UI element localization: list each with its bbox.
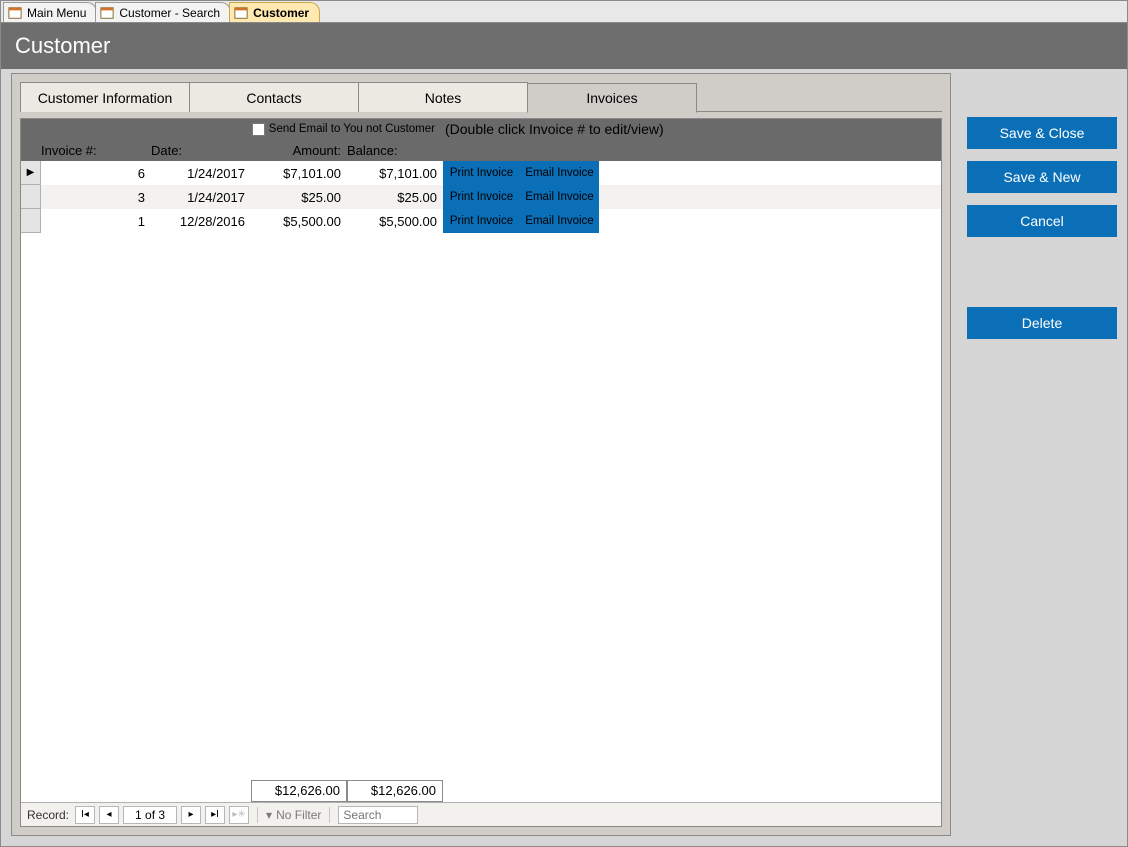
recnav-last-button[interactable]: ▸I [205,806,225,824]
cell-amount[interactable]: $5,500.00 [251,209,347,233]
recnav-new-button[interactable]: ▸✳ [229,806,249,824]
app-window: Main Menu Customer - Search Customer Cus… [0,0,1128,847]
doc-tab-bar: Main Menu Customer - Search Customer [1,1,1127,23]
save-close-button[interactable]: Save & Close [967,117,1117,149]
cell-amount[interactable]: $7,101.00 [251,161,347,185]
print-invoice-button[interactable]: Print Invoice [443,209,521,233]
send-email-label: Send Email to You not Customer [269,123,435,135]
cell-balance[interactable]: $25.00 [347,185,443,209]
total-balance: $12,626.00 [347,780,443,802]
cell-date[interactable]: 1/24/2017 [151,161,251,185]
grid-body[interactable]: ▶ 6 1/24/2017 $7,101.00 $7,101.00 Print … [21,161,941,778]
save-new-button[interactable]: Save & New [967,161,1117,193]
col-invoice-no: Invoice #: [41,143,151,158]
totals-row: $12,626.00 $12,626.00 [21,778,941,802]
col-balance: Balance: [347,143,443,158]
doc-tab-label: Customer [253,6,309,20]
doc-tab-customer-search[interactable]: Customer - Search [95,2,231,22]
recnav-first-button[interactable]: I◂ [75,806,95,824]
table-row[interactable]: 1 12/28/2016 $5,500.00 $5,500.00 Print I… [21,209,941,233]
sub-tab-bar: Customer Information Contacts Notes Invo… [20,82,942,112]
record-navigator: Record: I◂ ◂ 1 of 3 ▸ ▸I ▸✳ ▾ No Filter [21,802,941,826]
recnav-filter[interactable]: ▾ No Filter [266,808,321,822]
form-icon [8,6,22,20]
sub-tab-filler [697,82,942,112]
cell-invoice-no[interactable]: 1 [41,209,151,233]
email-invoice-button[interactable]: Email Invoice [521,209,599,233]
invoices-subform: Send Email to You not Customer (Double c… [20,118,942,827]
form-title: Customer [1,23,1127,69]
actions-pane: Save & Close Save & New Cancel Delete [967,73,1117,836]
form-icon [100,6,114,20]
recnav-search-input[interactable] [338,806,418,824]
tab-control: Customer Information Contacts Notes Invo… [11,73,951,836]
send-email-check-wrap: Send Email to You not Customer [151,123,443,136]
col-amount: Amount: [251,143,347,158]
form-icon [234,6,248,20]
cell-amount[interactable]: $25.00 [251,185,347,209]
recnav-prev-button[interactable]: ◂ [99,806,119,824]
tab-customer-information[interactable]: Customer Information [20,82,190,112]
doc-tab-main-menu[interactable]: Main Menu [3,2,97,22]
tab-contacts[interactable]: Contacts [189,82,359,112]
cell-invoice-no[interactable]: 3 [41,185,151,209]
content-area: Customer Information Contacts Notes Invo… [11,73,1117,836]
total-amount: $12,626.00 [251,780,347,802]
cell-invoice-no[interactable]: 6 [41,161,151,185]
print-invoice-button[interactable]: Print Invoice [443,185,521,209]
recnav-filter-label: No Filter [276,808,321,822]
cell-date[interactable]: 12/28/2016 [151,209,251,233]
row-selector[interactable]: ▶ [21,161,41,185]
cell-balance[interactable]: $7,101.00 [347,161,443,185]
grid-hint: (Double click Invoice # to edit/view) [443,121,941,137]
recnav-counter[interactable]: 1 of 3 [123,806,177,824]
table-row[interactable]: ▶ 6 1/24/2017 $7,101.00 $7,101.00 Print … [21,161,941,185]
cell-balance[interactable]: $5,500.00 [347,209,443,233]
doc-tab-label: Customer - Search [119,6,220,20]
doc-tab-customer[interactable]: Customer [229,2,320,22]
tab-invoices[interactable]: Invoices [527,83,697,113]
grid-header: Send Email to You not Customer (Double c… [21,119,941,161]
recnav-next-button[interactable]: ▸ [181,806,201,824]
recnav-label: Record: [27,808,69,822]
grid-body-wrap: ▶ 6 1/24/2017 $7,101.00 $7,101.00 Print … [21,161,941,826]
filter-icon: ▾ [266,808,272,822]
email-invoice-button[interactable]: Email Invoice [521,185,599,209]
tab-notes[interactable]: Notes [358,82,528,112]
row-selector[interactable] [21,185,41,209]
doc-tab-label: Main Menu [27,6,86,20]
cancel-button[interactable]: Cancel [967,205,1117,237]
print-invoice-button[interactable]: Print Invoice [443,161,521,185]
table-row[interactable]: 3 1/24/2017 $25.00 $25.00 Print Invoice … [21,185,941,209]
delete-button[interactable]: Delete [967,307,1117,339]
send-email-checkbox[interactable] [252,123,265,136]
email-invoice-button[interactable]: Email Invoice [521,161,599,185]
cell-date[interactable]: 1/24/2017 [151,185,251,209]
col-date: Date: [151,143,251,158]
row-selector[interactable] [21,209,41,233]
